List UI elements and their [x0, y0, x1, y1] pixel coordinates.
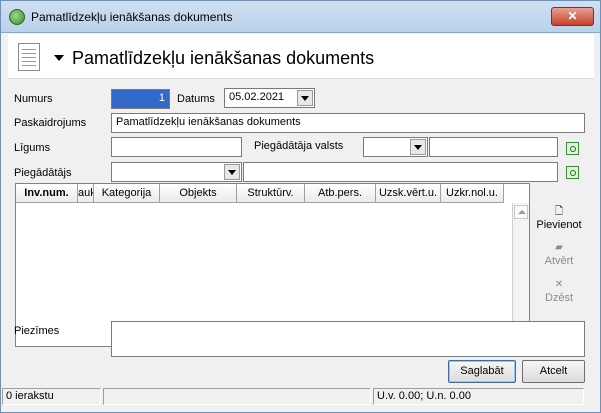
- piegadataja-valsts-name-field[interactable]: [429, 137, 558, 157]
- delete-button-label: Dzēst: [544, 292, 574, 304]
- status-bar: 0 ierakstu U.v. 0.00; U.n. 0.00: [2, 388, 594, 406]
- page-title: Pamatlīdzekļu ienākšanas dokuments: [72, 48, 375, 68]
- table-header: Inv.num. auk Kategorija Objekts Struktūr…: [16, 184, 504, 203]
- document-header: Pamatlīdzekļu ienākšanas dokuments: [8, 34, 594, 79]
- delete-button[interactable]: ✕ Dzēst: [532, 279, 586, 304]
- column-inv-num[interactable]: Inv.num.: [16, 184, 78, 203]
- piegadatajs-label: Piegādātājs: [14, 167, 72, 179]
- column-auk[interactable]: auk: [78, 184, 94, 203]
- document-menu-dropdown-icon[interactable]: [54, 55, 64, 61]
- date-dropdown-icon[interactable]: [297, 90, 313, 106]
- window-title: Pamatlīdzekļu ienākšanas dokuments: [31, 10, 233, 24]
- column-atb-pers[interactable]: Atb.pers.: [305, 184, 376, 203]
- add-button-label: Pievienot: [536, 219, 582, 231]
- open-folder-icon: ▰: [555, 242, 563, 253]
- status-record-count: 0 ierakstu: [2, 388, 101, 405]
- country-lookup-icon[interactable]: [566, 142, 579, 155]
- ligums-field[interactable]: [111, 137, 242, 157]
- supplier-dropdown-icon[interactable]: [224, 164, 240, 180]
- datums-label: Datums: [177, 93, 215, 105]
- column-uzsk-vert[interactable]: Uzsk.vērt.u.: [376, 184, 441, 203]
- paskaidrojums-label: Paskaidrojums: [14, 117, 87, 129]
- column-strukturv[interactable]: Struktūrv.: [237, 184, 305, 203]
- supplier-lookup-icon[interactable]: [566, 166, 579, 179]
- status-totals: U.v. 0.00; U.n. 0.00: [373, 388, 584, 405]
- add-button[interactable]: 🗋 Pievienot: [532, 206, 586, 231]
- document-icon: [18, 43, 40, 71]
- piegadataja-valsts-select[interactable]: [363, 137, 428, 157]
- numurs-label: Numurs: [14, 93, 53, 105]
- piegadataja-valsts-label: Piegādātāja valsts: [254, 140, 344, 152]
- app-logo-icon: [9, 9, 25, 25]
- country-dropdown-icon[interactable]: [410, 139, 426, 155]
- paskaidrojums-field[interactable]: Pamatlīdzekļu ienākšanas dokuments: [111, 113, 585, 133]
- title-bar[interactable]: Pamatlīdzekļu ienākšanas dokuments ✕: [1, 1, 600, 33]
- piezimes-field[interactable]: [111, 321, 585, 357]
- column-uzkr-nol[interactable]: Uzkr.nol.u.: [441, 184, 504, 203]
- open-button-label: Atvērt: [544, 255, 574, 267]
- new-document-icon: 🗋: [554, 206, 564, 217]
- ligums-label: Līgums: [14, 142, 51, 154]
- app-window: Pamatlīdzekļu ienākšanas dokuments ✕ Pam…: [0, 0, 601, 413]
- scroll-up-icon[interactable]: [514, 205, 528, 219]
- column-kategorija[interactable]: Kategorija: [94, 184, 160, 203]
- piegadatajs-name-field[interactable]: [243, 162, 558, 182]
- delete-x-icon: ✕: [554, 279, 564, 290]
- form-body: Pamatlīdzekļu ienākšanas dokuments Numur…: [2, 34, 594, 406]
- cancel-button[interactable]: Atcelt: [522, 360, 585, 383]
- save-button[interactable]: Saglabāt: [448, 360, 516, 383]
- piegadatajs-select[interactable]: [111, 162, 242, 182]
- datums-value: 05.02.2021: [229, 91, 285, 103]
- datums-field[interactable]: 05.02.2021: [224, 88, 315, 108]
- close-button[interactable]: ✕: [551, 7, 594, 26]
- status-middle: [103, 388, 371, 405]
- column-objekts[interactable]: Objekts: [160, 184, 237, 203]
- open-button[interactable]: ▰ Atvērt: [532, 242, 586, 267]
- piezimes-label: Piezīmes: [14, 325, 60, 337]
- numurs-field[interactable]: 1: [111, 89, 170, 109]
